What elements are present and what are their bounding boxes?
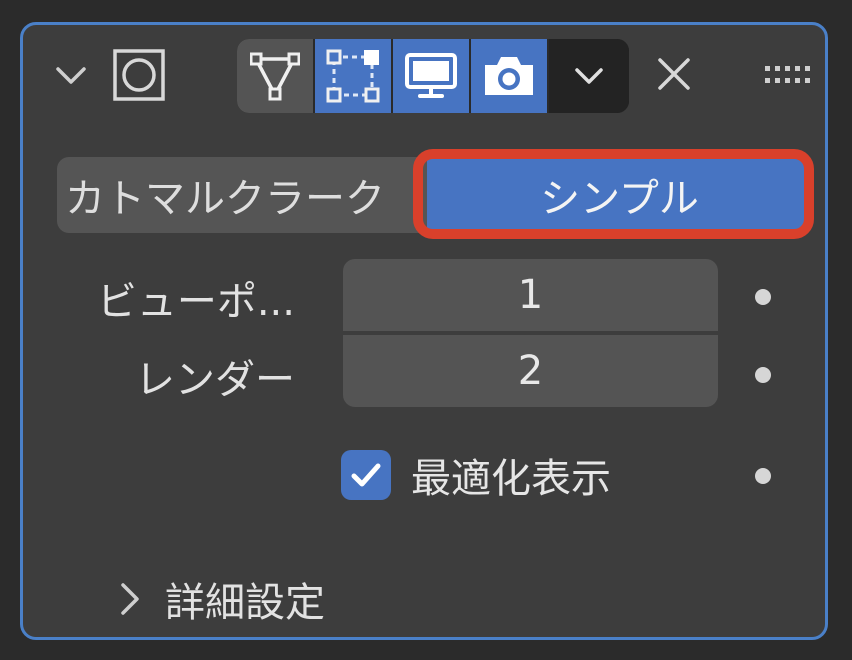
chevron-down-icon[interactable] <box>53 57 89 93</box>
viewport-display-toggle[interactable] <box>393 39 471 113</box>
edit-mode-triangle-icon <box>250 52 300 101</box>
render-levels-field[interactable]: 2 <box>343 335 718 407</box>
checkmark-icon <box>351 463 381 487</box>
modifier-panel: カトマルクラーク シンプル ビューポ... 1 レンダー 2 最適化表示 詳細設… <box>20 22 828 640</box>
render-toggle[interactable] <box>471 39 549 113</box>
subdivision-surface-icon <box>113 49 165 101</box>
display-mode-toggles <box>237 39 629 113</box>
advanced-label: 詳細設定 <box>165 580 325 626</box>
modifier-options-dropdown[interactable] <box>549 39 629 113</box>
viewport-levels-label: ビューポ... <box>96 279 295 325</box>
catmull-clark-button[interactable]: カトマルクラーク <box>57 157 427 233</box>
render-levels-label: レンダー <box>135 357 295 403</box>
optimal-display-row: 最適化表示 <box>341 445 611 505</box>
subdivision-type-toggle: カトマルクラーク シンプル <box>57 157 812 233</box>
on-cage-toggle[interactable] <box>315 39 393 113</box>
on-cage-icon <box>326 49 380 103</box>
keyframe-dot-icon[interactable] <box>755 468 771 484</box>
drag-handle-icon[interactable] <box>763 63 811 87</box>
keyframe-dot-icon[interactable] <box>755 367 771 383</box>
edit-mode-toggle[interactable] <box>237 39 315 113</box>
close-icon[interactable] <box>655 55 693 93</box>
camera-icon <box>485 57 533 95</box>
chevron-down-icon <box>575 68 603 84</box>
viewport-levels-field[interactable]: 1 <box>343 259 718 331</box>
simple-button[interactable]: シンプル <box>427 157 812 233</box>
monitor-icon <box>405 53 457 98</box>
chevron-right-icon <box>121 583 139 615</box>
keyframe-dot-icon[interactable] <box>755 289 771 305</box>
optimal-display-checkbox[interactable] <box>341 450 391 500</box>
optimal-display-label: 最適化表示 <box>411 456 611 502</box>
advanced-subpanel-header[interactable]: 詳細設定 <box>117 571 325 627</box>
